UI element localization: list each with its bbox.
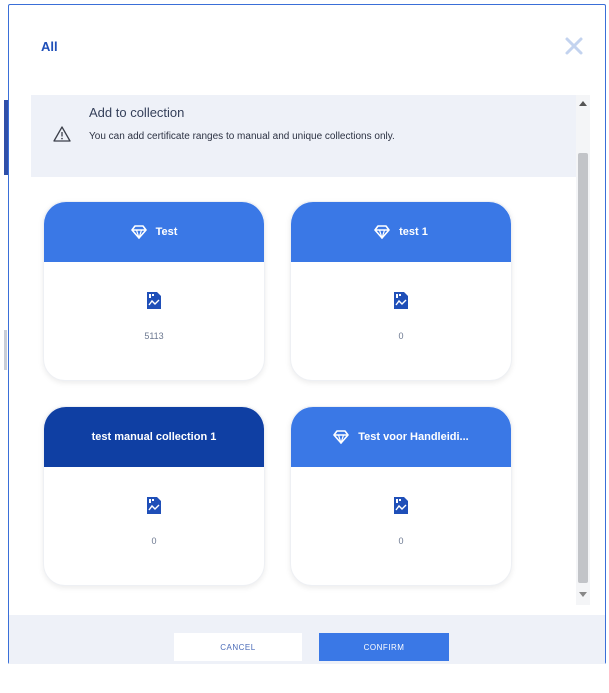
scroll-up-arrow-icon[interactable] [579, 101, 587, 106]
background-divider [4, 330, 7, 370]
diamond-icon [374, 225, 390, 239]
dialog-title: All [41, 39, 58, 54]
collection-card-header: Test [44, 202, 264, 262]
collection-name: Test voor Handleidi... [358, 431, 469, 443]
collection-card[interactable]: test 1 0 [290, 201, 512, 381]
close-button[interactable] [561, 33, 587, 59]
background-document-text [6, 664, 609, 693]
certificate-file-icon [147, 497, 161, 514]
collection-card-header: test manual collection 1 [44, 407, 264, 467]
background-page-edge [0, 0, 8, 693]
scrollbar[interactable] [576, 95, 590, 605]
cancel-button[interactable]: CANCEL [174, 633, 302, 661]
collection-card[interactable]: Test voor Handleidi... 0 [290, 406, 512, 586]
notice-title: Add to collection [89, 105, 185, 120]
confirm-button[interactable]: CONFIRM [319, 633, 449, 661]
collection-card[interactable]: test manual collection 1 0 [43, 406, 265, 586]
dialog-header: All [9, 5, 605, 87]
scrollbar-thumb[interactable] [578, 153, 588, 583]
diamond-icon [130, 225, 147, 239]
screenshot-frame: All Add to collection You can add certif… [0, 0, 609, 693]
collection-count: 0 [398, 536, 404, 546]
collection-card-header: Test voor Handleidi... [291, 407, 511, 467]
diamond-icon [333, 430, 350, 444]
add-to-collection-dialog: All Add to collection You can add certif… [8, 4, 606, 664]
add-to-collection-notice: Add to collection You can add certificat… [31, 95, 576, 177]
collection-name: test 1 [399, 226, 428, 238]
certificate-file-icon [147, 292, 161, 309]
collection-card[interactable]: Test 5113 [43, 201, 265, 381]
collection-name: test manual collection 1 [91, 431, 217, 443]
collection-card-header: test 1 [291, 202, 511, 262]
certificate-file-icon [394, 292, 408, 309]
collection-name: Test [155, 226, 178, 238]
close-icon [565, 37, 583, 55]
warning-icon [53, 126, 71, 142]
dialog-footer: CANCEL CONFIRM [9, 615, 605, 664]
collection-count: 0 [151, 536, 157, 546]
notice-text: You can add certificate ranges to manual… [89, 131, 395, 142]
certificate-file-icon [394, 497, 408, 514]
collection-count: 0 [398, 331, 404, 341]
scroll-down-arrow-icon[interactable] [579, 592, 587, 597]
collection-count: 5113 [144, 331, 164, 341]
